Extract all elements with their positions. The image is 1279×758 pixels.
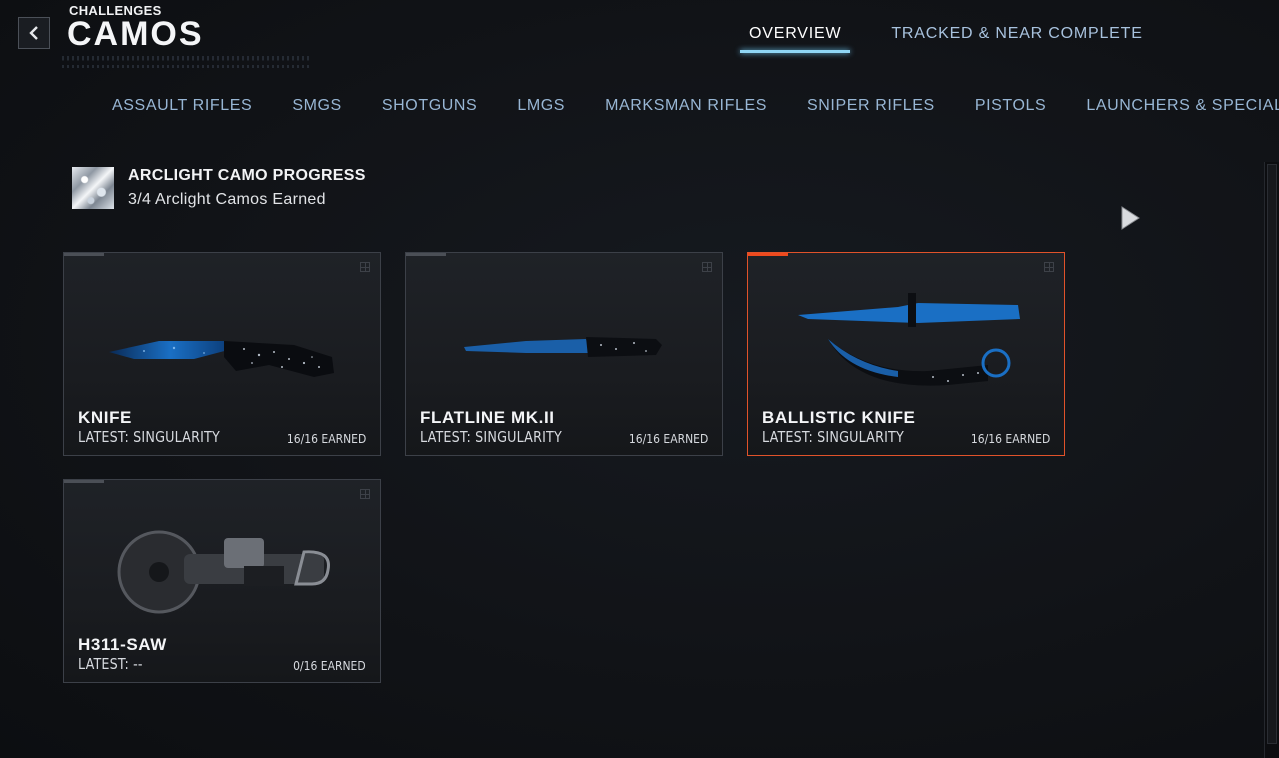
latest-camo: LATEST: SINGULARITY: [762, 428, 904, 446]
weapon-name: H311-SAW: [78, 635, 167, 654]
arclight-camo-progress: ARCLIGHT CAMO PROGRESS 3/4 Arclight Camo…: [72, 167, 366, 209]
tab-tracked-near-complete[interactable]: TRACKED & NEAR COMPLETE: [882, 25, 1151, 53]
chevron-left-icon: [29, 26, 38, 40]
saw-icon: [117, 530, 330, 614]
scrollbar-thumb[interactable]: [1267, 164, 1277, 744]
knife-icon: [109, 341, 334, 377]
tab-shotguns[interactable]: SHOTGUNS: [382, 97, 477, 115]
title-decoration: [62, 44, 312, 74]
flatline-icon: [464, 337, 662, 357]
earned-count: 16/16 EARNED: [970, 432, 1050, 446]
latest-camo: LATEST: --: [78, 655, 143, 673]
top-tabs: OVERVIEW TRACKED & NEAR COMPLETE: [740, 25, 1152, 53]
weapon-card-ballistic-knife[interactable]: BALLISTIC KNIFE LATEST: SINGULARITY 16/1…: [747, 252, 1065, 456]
tab-lmgs[interactable]: LMGS: [517, 97, 565, 115]
arclight-camo-icon: [72, 167, 114, 209]
earned-count: 0/16 EARNED: [293, 659, 366, 673]
latest-camo: LATEST: SINGULARITY: [420, 428, 562, 446]
weapon-name: FLATLINE MK.II: [420, 408, 555, 427]
earned-count: 16/16 EARNED: [628, 432, 708, 446]
tab-launchers-specials[interactable]: LAUNCHERS & SPECIALS: [1086, 97, 1279, 115]
tab-sniper-rifles[interactable]: SNIPER RIFLES: [807, 97, 935, 115]
back-button[interactable]: [18, 17, 50, 49]
ballistic-knife-icon: [798, 293, 1020, 386]
category-tabs: ASSAULT RIFLES SMGS SHOTGUNS LMGS MARKSM…: [112, 97, 1279, 115]
tab-overview[interactable]: OVERVIEW: [740, 25, 851, 53]
mouse-cursor-icon: [1121, 206, 1140, 230]
earned-count: 16/16 EARNED: [286, 432, 366, 446]
tab-marksman-rifles[interactable]: MARKSMAN RIFLES: [605, 97, 767, 115]
tab-assault-rifles[interactable]: ASSAULT RIFLES: [112, 97, 252, 115]
weapon-name: KNIFE: [78, 408, 132, 427]
weapon-card-flatline-mk2[interactable]: FLATLINE MK.II LATEST: SINGULARITY 16/16…: [405, 252, 723, 456]
weapon-name: BALLISTIC KNIFE: [762, 408, 916, 427]
progress-subtitle: 3/4 Arclight Camos Earned: [128, 191, 326, 208]
progress-title: ARCLIGHT CAMO PROGRESS: [128, 167, 366, 184]
tab-smgs[interactable]: SMGS: [292, 97, 342, 115]
scrollbar[interactable]: [1264, 162, 1279, 758]
weapon-card-h311-saw[interactable]: H311-SAW LATEST: -- 0/16 EARNED: [63, 479, 381, 683]
tab-pistols[interactable]: PISTOLS: [975, 97, 1047, 115]
weapon-card-knife[interactable]: KNIFE LATEST: SINGULARITY 16/16 EARNED: [63, 252, 381, 456]
latest-camo: LATEST: SINGULARITY: [78, 428, 220, 446]
camos-page: CHALLENGES CAMOS OVERVIEW TRACKED & NEAR…: [0, 0, 1279, 758]
